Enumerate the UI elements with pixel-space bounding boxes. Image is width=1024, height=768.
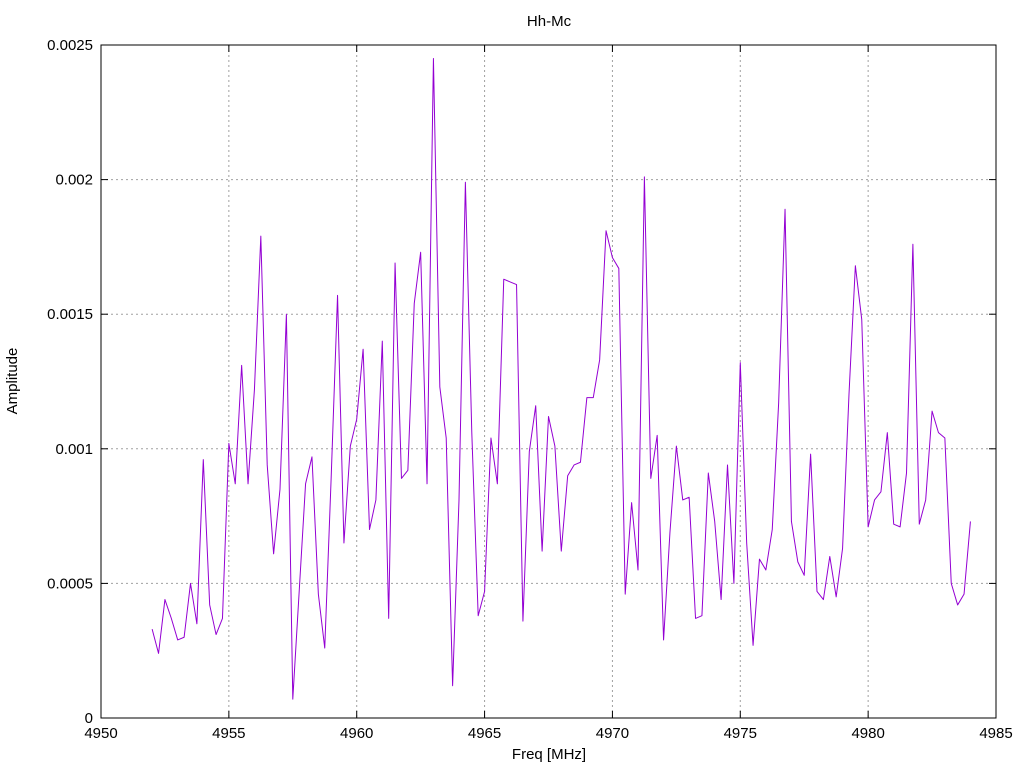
y-axis-label: Amplitude — [4, 348, 21, 415]
y-tick-label: 0.0015 — [47, 306, 93, 323]
series-line — [151, 57, 971, 700]
x-tick-label: 4965 — [468, 725, 501, 742]
plot-frame — [100, 44, 997, 719]
chart-title: Hh-Mc — [527, 13, 572, 30]
y-tick-label: 0.0005 — [47, 575, 93, 592]
series-layer — [151, 57, 971, 700]
x-tick-labels: 4950 4955 4960 4965 4970 4975 4980 4985 — [84, 725, 1012, 742]
x-tick-label: 4970 — [596, 725, 629, 742]
x-tick-label: 4955 — [212, 725, 245, 742]
grid-lines — [101, 45, 996, 718]
y-tick-label: 0.001 — [55, 441, 93, 458]
x-tick-label: 4950 — [84, 725, 117, 742]
x-tick-label: 4975 — [724, 725, 757, 742]
axis-ticks — [100, 44, 997, 719]
line-chart: Hh-Mc 4950 4955 4960 4965 4970 4975 4980 4985 0… — [4, 13, 1013, 763]
y-tick-label: 0 — [85, 710, 93, 727]
x-axis-label: Freq [MHz] — [512, 746, 586, 763]
y-tick-labels: 0 0.0005 0.001 0.0015 0.002 0.0025 — [47, 37, 93, 727]
x-tick-label: 4960 — [340, 725, 373, 742]
x-tick-label: 4985 — [979, 725, 1012, 742]
y-tick-label: 0.0025 — [47, 37, 93, 54]
y-tick-label: 0.002 — [55, 172, 93, 189]
x-tick-label: 4980 — [851, 725, 884, 742]
